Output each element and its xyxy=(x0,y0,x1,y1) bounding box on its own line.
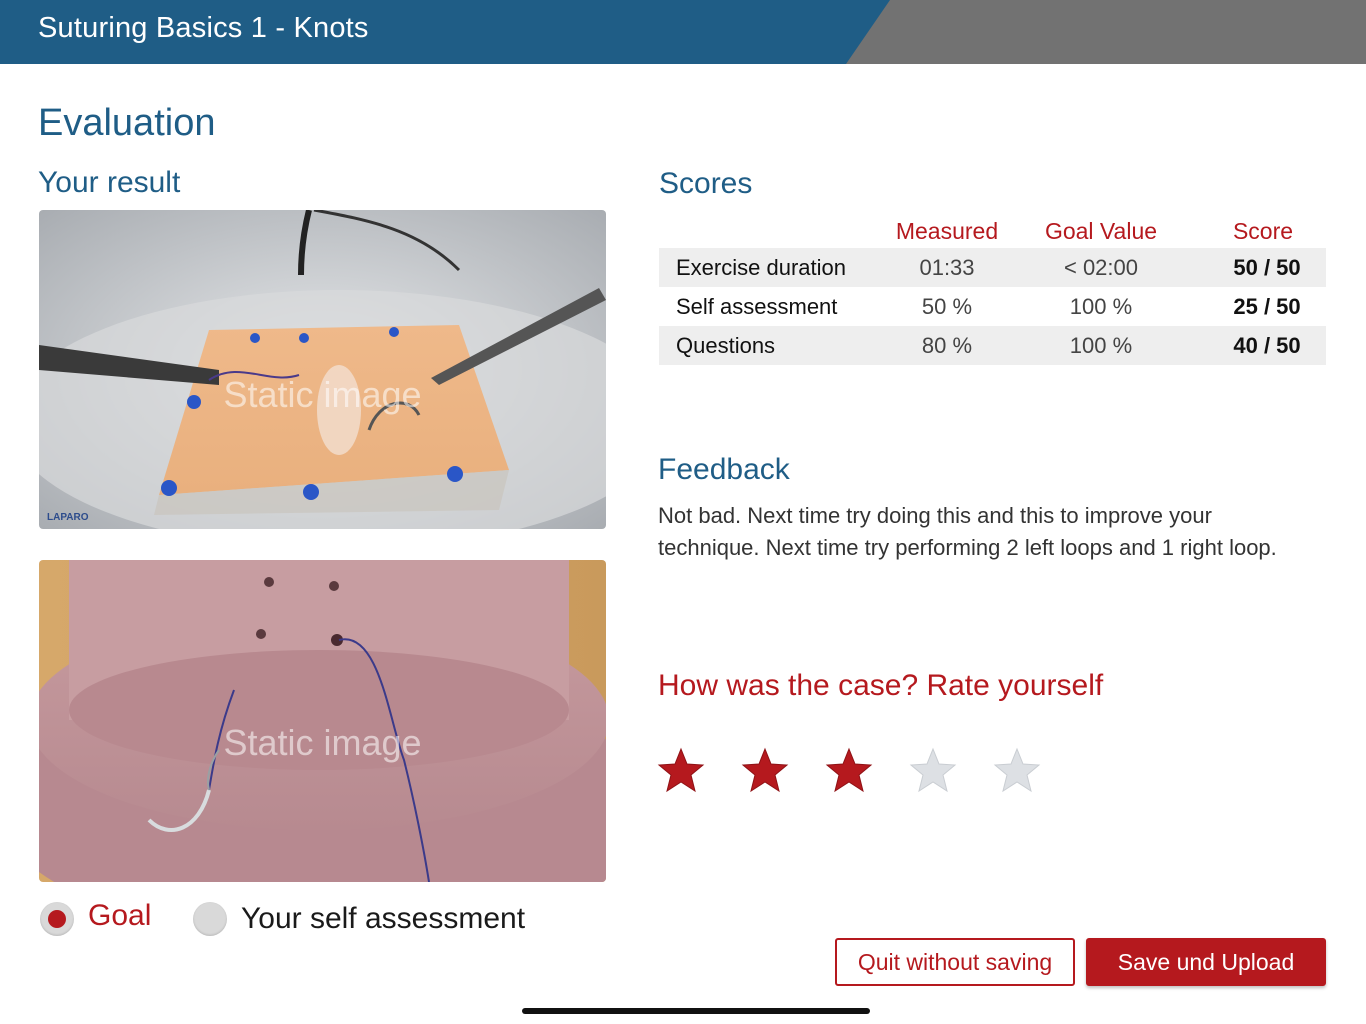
home-indicator[interactable] xyxy=(522,1008,870,1014)
row-score: 25 / 50 xyxy=(1233,294,1301,319)
star-icon[interactable] xyxy=(992,746,1042,796)
view-option-self-assessment[interactable]: Your self assessment xyxy=(193,902,525,936)
result-image-bottom: Static image xyxy=(39,560,606,882)
feedback-heading: Feedback xyxy=(658,453,790,486)
row-name: Self assessment xyxy=(676,294,838,319)
table-header: Measured Goal Value Score xyxy=(659,212,1326,248)
radio-unselected-icon[interactable] xyxy=(193,902,227,936)
column-header-goal: Goal Value xyxy=(1044,218,1158,244)
row-goal: < 02:00 xyxy=(1063,255,1138,280)
scores-table: Measured Goal Value Score Exercise durat… xyxy=(659,212,1326,365)
row-measured: 01:33 xyxy=(919,255,975,280)
goal-photo-svg xyxy=(39,560,606,882)
view-option-label: Your self assessment xyxy=(241,902,526,935)
star-icon[interactable] xyxy=(824,746,874,796)
table-row: Questions 80 % 100 % 40 / 50 xyxy=(659,326,1326,365)
header-title: Suturing Basics 1 - Knots xyxy=(38,12,369,44)
rating-heading: How was the case? Rate yourself xyxy=(658,669,1104,702)
image-watermark: Static image xyxy=(223,722,422,763)
star-rating xyxy=(656,746,1076,796)
result-heading: Your result xyxy=(38,166,181,199)
row-score: 40 / 50 xyxy=(1233,333,1301,358)
star-icon[interactable] xyxy=(740,746,790,796)
row-measured: 80 % xyxy=(921,333,973,358)
table-row: Exercise duration 01:33 < 02:00 50 / 50 xyxy=(659,248,1326,287)
quit-without-saving-button[interactable]: Quit without saving xyxy=(835,938,1075,986)
brand-logo: LAPARO xyxy=(47,512,89,523)
row-name: Questions xyxy=(676,333,776,358)
page-title: Evaluation xyxy=(38,102,216,144)
row-score: 50 / 50 xyxy=(1233,255,1301,280)
row-name: Exercise duration xyxy=(676,255,846,280)
view-option-goal[interactable]: Goal xyxy=(40,899,152,936)
row-goal: 100 % xyxy=(1069,333,1133,358)
view-option-label: Goal xyxy=(88,899,152,932)
save-and-upload-button[interactable]: Save und Upload xyxy=(1086,938,1326,986)
column-header-measured: Measured xyxy=(895,218,999,244)
result-image-top: Static image LAPARO xyxy=(39,210,606,529)
column-header-score: Score xyxy=(1232,218,1294,244)
row-goal: 100 % xyxy=(1069,294,1133,319)
feedback-text: Not bad. Next time try doing this and th… xyxy=(658,503,1277,560)
star-icon[interactable] xyxy=(656,746,706,796)
trainer-photo-svg xyxy=(39,210,606,529)
row-measured: 50 % xyxy=(921,294,973,319)
app-header: Suturing Basics 1 - Knots xyxy=(0,0,1366,64)
scores-heading: Scores xyxy=(659,167,753,200)
table-row: Self assessment 50 % 100 % 25 / 50 xyxy=(659,287,1326,326)
image-watermark: Static image xyxy=(223,374,422,415)
star-icon[interactable] xyxy=(908,746,958,796)
radio-selected-icon[interactable] xyxy=(40,902,74,936)
